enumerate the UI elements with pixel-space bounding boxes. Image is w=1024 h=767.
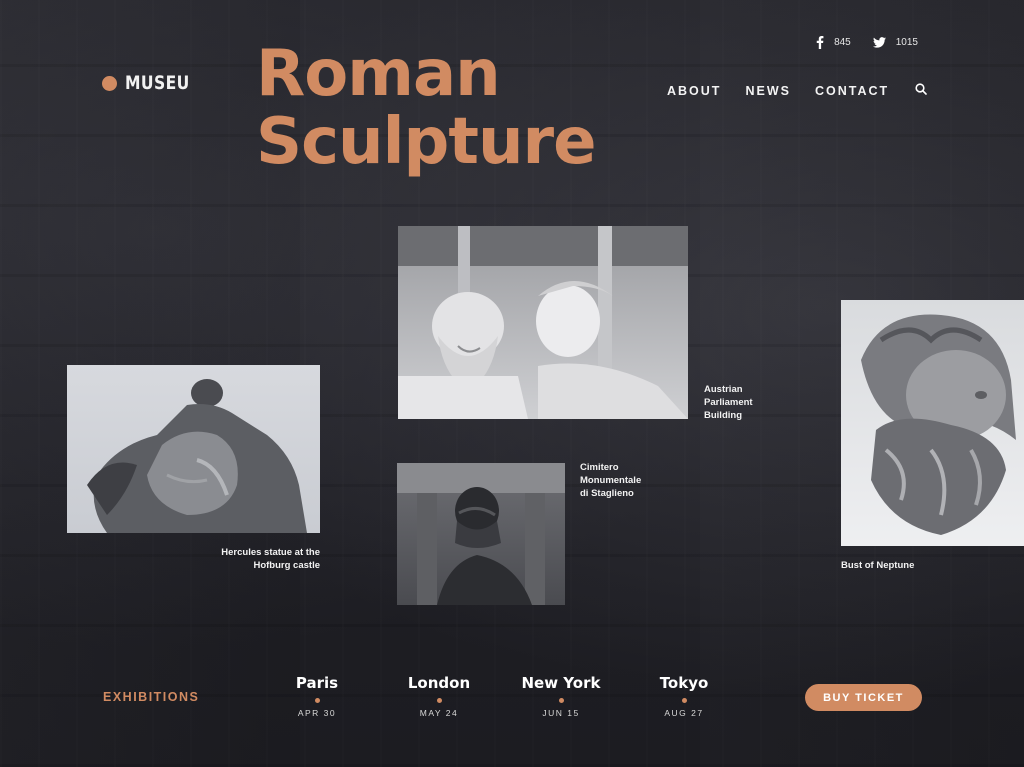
exhibition-new-york[interactable]: New York JUN 15 [506, 674, 616, 718]
caption-cimitero-line2: Monumentale [580, 475, 642, 486]
caption-austrian-line2: Parliament [704, 397, 753, 408]
city-date: JUN 15 [542, 708, 580, 718]
cimitero-statue-image [397, 463, 565, 605]
facebook-link[interactable]: 845 [816, 36, 851, 49]
city-date: AUG 27 [664, 708, 704, 718]
city-name: New York [521, 674, 601, 692]
twitter-icon [872, 37, 886, 48]
social-links: 845 1015 [816, 36, 918, 49]
facebook-count: 845 [834, 37, 851, 48]
city-name: London [407, 674, 471, 692]
caption-hercules-line2: Hofburg castle [253, 560, 320, 571]
caption-cimitero-line1: Cimitero [580, 462, 619, 473]
caption-austrian-line1: Austrian [704, 384, 743, 395]
exhibition-paris[interactable]: Paris APR 30 [262, 674, 372, 718]
brand-name: MUSEU [125, 72, 190, 94]
brand-logo[interactable]: MUSEU [102, 72, 204, 94]
city-dot-icon [436, 698, 442, 703]
facebook-icon [816, 36, 824, 49]
neptune-bust-image [861, 314, 1016, 535]
city-dot-icon [558, 698, 564, 703]
photo-hercules[interactable] [67, 365, 320, 533]
logo-dot-icon [102, 75, 117, 91]
page-title-line1: Roman [256, 37, 501, 111]
city-dot-icon [681, 698, 687, 703]
photo-austrian-parliament[interactable] [398, 226, 688, 419]
search-icon[interactable] [915, 82, 927, 100]
caption-austrian-line3: Building [704, 410, 742, 421]
caption-neptune: Bust of Neptune [841, 560, 915, 571]
city-date: APR 30 [297, 708, 337, 718]
nav-contact[interactable]: CONTACT [815, 84, 889, 98]
city-name: Paris [295, 674, 339, 692]
exhibition-tokyo[interactable]: Tokyo AUG 27 [629, 674, 739, 718]
caption-hercules-line1: Hercules statue at the [221, 547, 320, 558]
twitter-link[interactable]: 1015 [872, 37, 918, 48]
photo-cimitero[interactable] [397, 463, 565, 605]
caption-austrian: Austrian Parliament Building [704, 383, 804, 422]
twitter-count: 1015 [895, 37, 918, 48]
city-date: MAY 24 [419, 708, 459, 718]
nav-about[interactable]: ABOUT [667, 84, 721, 98]
hercules-statue-image [87, 379, 308, 533]
city-name: Tokyo [659, 674, 709, 692]
page-title-line2: Sculpture [256, 105, 596, 179]
main-nav: ABOUT NEWS CONTACT [667, 82, 927, 100]
nav-news[interactable]: NEWS [745, 84, 791, 98]
city-dot-icon [314, 698, 320, 703]
caption-cimitero-line3: di Staglieno [580, 488, 634, 499]
austrian-parliament-image [398, 226, 688, 419]
page-title: Roman Sculpture [256, 37, 596, 179]
buy-ticket-button[interactable]: BUY TICKET [805, 684, 922, 711]
photo-neptune[interactable] [841, 300, 1024, 546]
caption-hercules: Hercules statue at the Hofburg castle [150, 546, 320, 572]
exhibition-london[interactable]: London MAY 24 [384, 674, 494, 718]
exhibitions-label: EXHIBITIONS [103, 690, 200, 704]
caption-cimitero: Cimitero Monumentale di Staglieno [580, 461, 690, 500]
